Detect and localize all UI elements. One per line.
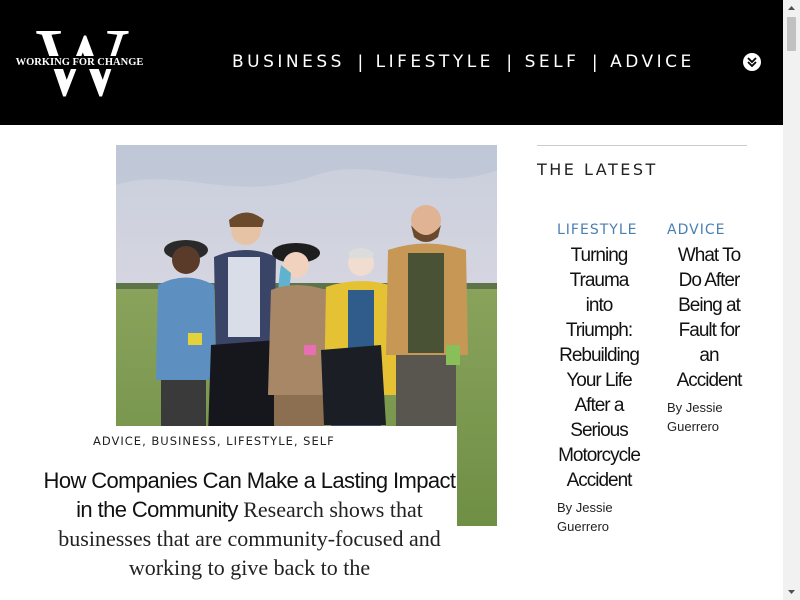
logo-text: WORKING FOR CHANGE (12, 56, 147, 69)
post-category[interactable]: ADVICE (667, 222, 751, 238)
triangle-down-icon (788, 590, 795, 594)
scroll-thumb[interactable] (787, 17, 796, 51)
latest-post: ADVICE What To Do After Being at Fault f… (667, 222, 751, 436)
page-scrollbar[interactable] (783, 0, 800, 600)
scroll-up-button[interactable] (783, 0, 800, 17)
post-byline: By Jessie Guerrero (557, 500, 613, 534)
post-byline: By Jessie Guerrero (667, 400, 723, 434)
latest-post: LIFESTYLE Turning Trauma into Triumph: R… (557, 222, 641, 536)
menu-toggle-button[interactable] (743, 53, 761, 71)
site-header: W WORKING FOR CHANGE BUSINESS | LIFESTYL… (0, 0, 783, 125)
chevron-double-down-icon (747, 57, 757, 68)
nav-item-self[interactable]: SELF (525, 52, 580, 72)
post-title[interactable]: What To Do After Being at Fault for an A… (667, 243, 751, 393)
featured-categories[interactable]: ADVICE, BUSINESS, LIFESTYLE, SELF (93, 434, 335, 448)
latest-divider (537, 145, 747, 146)
scroll-down-button[interactable] (783, 583, 800, 600)
nav-item-lifestyle[interactable]: LIFESTYLE (376, 52, 494, 72)
nav-separator: | (592, 51, 598, 72)
triangle-up-icon (788, 6, 795, 10)
featured-text: How Companies Can Make a Lasting Impact … (42, 466, 457, 582)
site-logo[interactable]: W WORKING FOR CHANGE (12, 14, 147, 112)
latest-heading: THE LATEST (537, 160, 658, 179)
nav-item-business[interactable]: BUSINESS (232, 52, 345, 72)
nav-item-advice[interactable]: ADVICE (610, 52, 695, 72)
main-nav: BUSINESS | LIFESTYLE | SELF | ADVICE (232, 48, 695, 76)
post-title[interactable]: Turning Trauma into Triumph: Rebuilding … (557, 243, 641, 493)
nav-separator: | (357, 51, 363, 72)
nav-separator: | (506, 51, 512, 72)
post-category[interactable]: LIFESTYLE (557, 222, 641, 238)
